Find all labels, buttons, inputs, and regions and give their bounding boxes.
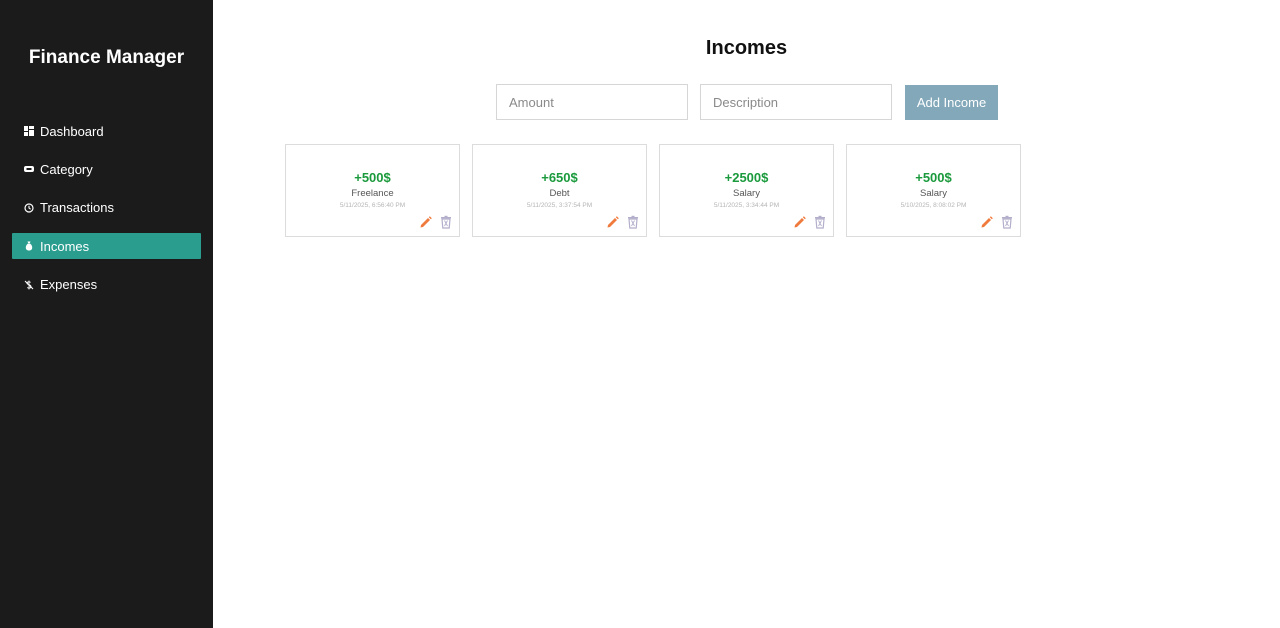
income-card: +500$ Salary 5/10/2025, 8:08:02 PM [846, 144, 1021, 237]
trash-icon[interactable] [813, 215, 827, 229]
income-description: Freelance [351, 188, 394, 199]
income-card: +650$ Debt 5/11/2025, 3:37:54 PM [472, 144, 647, 237]
sidebar: Finance Manager Dashboard Category Trans… [0, 0, 213, 628]
income-card: +2500$ Salary 5/11/2025, 3:34:44 PM [659, 144, 834, 237]
income-form: Add Income [496, 84, 998, 120]
sidebar-item-dashboard[interactable]: Dashboard [12, 118, 201, 144]
description-input[interactable] [700, 84, 892, 120]
income-date: 5/11/2025, 3:34:44 PM [713, 202, 780, 209]
income-amount: +500$ [915, 170, 952, 185]
main-content: Incomes Add Income +500$ Freelance 5/11/… [213, 0, 1280, 628]
sidebar-item-label: Expenses [40, 277, 98, 293]
sidebar-item-label: Transactions [40, 200, 114, 216]
income-amount: +650$ [541, 170, 578, 185]
tag-icon [24, 164, 34, 174]
page-title: Incomes [705, 37, 788, 59]
trash-icon[interactable] [439, 215, 453, 229]
sidebar-item-category[interactable]: Category [12, 156, 201, 182]
amount-input[interactable] [496, 84, 688, 120]
edit-icon[interactable] [793, 215, 807, 229]
card-actions [606, 215, 640, 229]
sidebar-item-incomes[interactable]: Incomes [12, 233, 201, 260]
trash-icon[interactable] [626, 215, 640, 229]
income-description: Salary [733, 188, 760, 199]
sidebar-item-label: Incomes [40, 238, 90, 254]
sidebar-item-expenses[interactable]: Expenses [12, 272, 201, 298]
money-bag-icon [24, 241, 34, 251]
sidebar-item-label: Category [40, 161, 93, 177]
sidebar-item-transactions[interactable]: Transactions [12, 195, 201, 221]
edit-icon[interactable] [419, 215, 433, 229]
income-description: Debt [549, 188, 570, 199]
edit-icon[interactable] [980, 215, 994, 229]
income-card: +500$ Freelance 5/11/2025, 6:56:40 PM [285, 144, 460, 237]
add-income-button[interactable]: Add Income [905, 84, 998, 120]
history-icon [24, 203, 34, 213]
trash-icon[interactable] [1000, 215, 1014, 229]
sidebar-item-label: Dashboard [40, 123, 104, 139]
card-actions [980, 215, 1014, 229]
card-actions [793, 215, 827, 229]
income-description: Salary [920, 188, 947, 199]
income-date: 5/11/2025, 3:37:54 PM [526, 202, 593, 209]
grid-icon [24, 126, 34, 136]
income-amount: +2500$ [724, 170, 769, 185]
dollar-slash-icon [24, 280, 34, 290]
app-root: Finance Manager Dashboard Category Trans… [0, 0, 1280, 628]
income-amount: +500$ [354, 170, 391, 185]
card-actions [419, 215, 453, 229]
income-date: 5/11/2025, 6:56:40 PM [339, 202, 406, 209]
income-list: +500$ Freelance 5/11/2025, 6:56:40 PM +6… [285, 144, 1033, 237]
edit-icon[interactable] [606, 215, 620, 229]
income-date: 5/10/2025, 8:08:02 PM [900, 202, 967, 209]
app-title: Finance Manager [28, 47, 185, 68]
sidebar-nav: Dashboard Category Transactions Incomes [12, 118, 201, 310]
